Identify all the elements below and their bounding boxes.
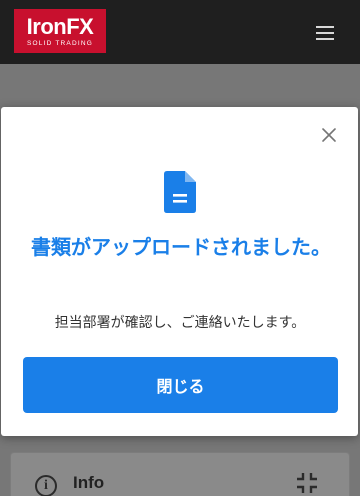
modal-message: 担当部署が確認し、ご連絡いたします。 — [54, 315, 306, 331]
hamburger-menu-icon[interactable] — [316, 26, 334, 40]
info-label: Info — [73, 473, 105, 492]
modal-title: 書類がアップロードされました。 — [31, 235, 331, 259]
upload-success-modal: 書類がアップロードされました。 担当部署が確認し、ご連絡いたします。 閉じる — [1, 107, 358, 436]
document-icon — [164, 171, 196, 213]
close-icon[interactable] — [319, 125, 339, 145]
logo-tagline: SOLID TRADING — [26, 40, 94, 47]
info-icon: i — [35, 475, 57, 496]
info-card: i Info — [10, 452, 350, 496]
top-header: IronFX SOLID TRADING — [0, 0, 360, 64]
brand-logo[interactable]: IronFX SOLID TRADING — [14, 9, 106, 53]
close-button[interactable]: 閉じる — [23, 357, 338, 413]
collapse-icon[interactable] — [296, 472, 318, 494]
logo-text: IronFX — [26, 14, 94, 39]
